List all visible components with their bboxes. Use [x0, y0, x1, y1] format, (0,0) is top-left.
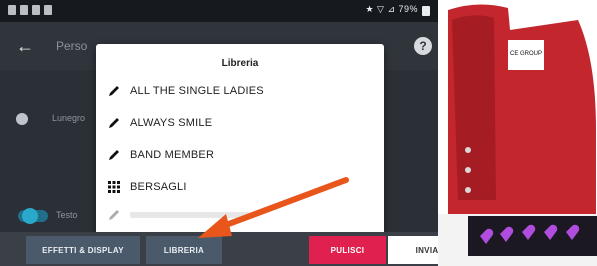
back-arrow-icon[interactable]: ←	[16, 36, 36, 56]
dialog-title: Libreria	[221, 58, 259, 69]
app-bar-title: Perso	[56, 39, 88, 53]
library-item[interactable]: BERSAGLI	[106, 176, 187, 198]
library-item-label: BERSAGLI	[130, 181, 187, 193]
status-text: ★ ▽ ⊿ 79%	[365, 4, 418, 14]
library-button[interactable]: LIBRERIA	[146, 236, 222, 264]
toggle-label: Testo	[56, 210, 78, 220]
library-item-label: ALWAYS SMILE	[130, 117, 213, 129]
shoe-tongue	[452, 15, 496, 200]
library-item-placeholder	[130, 212, 250, 218]
library-item[interactable]: ALWAYS SMILE	[106, 112, 212, 134]
effects-display-button[interactable]: EFFETTI & DISPLAY	[26, 236, 140, 264]
library-dialog: Libreria ALL THE SINGLE LADIES ALWAYS SM…	[96, 44, 384, 236]
notification-icon	[8, 5, 16, 15]
shoe-tag-text: CE GROUP	[510, 51, 542, 57]
screenshot: ★ ▽ ⊿ 79% ← Perso ? Lunegro Testo Librer…	[0, 0, 597, 266]
library-item-label: BAND MEMBER	[130, 149, 215, 161]
clear-button[interactable]: PULISCI	[309, 236, 386, 264]
pencil-icon	[106, 147, 122, 163]
pencil-icon	[106, 207, 122, 223]
status-bar: ★ ▽ ⊿ 79%	[0, 0, 470, 22]
toggle-knob[interactable]	[22, 208, 38, 224]
battery-icon	[422, 6, 430, 16]
notification-icon	[32, 5, 40, 15]
notification-icon	[20, 5, 28, 15]
shoe-photo: CE GROUP	[438, 0, 597, 266]
app-screen: ★ ▽ ⊿ 79% ← Perso ? Lunegro Testo Librer…	[0, 0, 470, 266]
help-icon[interactable]: ?	[414, 37, 432, 55]
notification-icon	[44, 5, 52, 15]
library-item[interactable]: BAND MEMBER	[106, 144, 214, 166]
setting-label: Lunegro	[52, 113, 86, 123]
pencil-icon	[106, 115, 122, 131]
library-item[interactable]: ALL THE SINGLE LADIES	[106, 80, 264, 102]
library-item-partial[interactable]	[106, 204, 250, 226]
library-item-label: ALL THE SINGLE LADIES	[130, 85, 264, 97]
radio-icon[interactable]	[16, 113, 28, 125]
notification-icons	[8, 5, 52, 15]
grid-icon	[106, 179, 122, 195]
bottom-toolbar: EFFETTI & DISPLAY LIBRERIA PULISCI INVIA	[0, 232, 470, 266]
pencil-icon	[106, 83, 122, 99]
